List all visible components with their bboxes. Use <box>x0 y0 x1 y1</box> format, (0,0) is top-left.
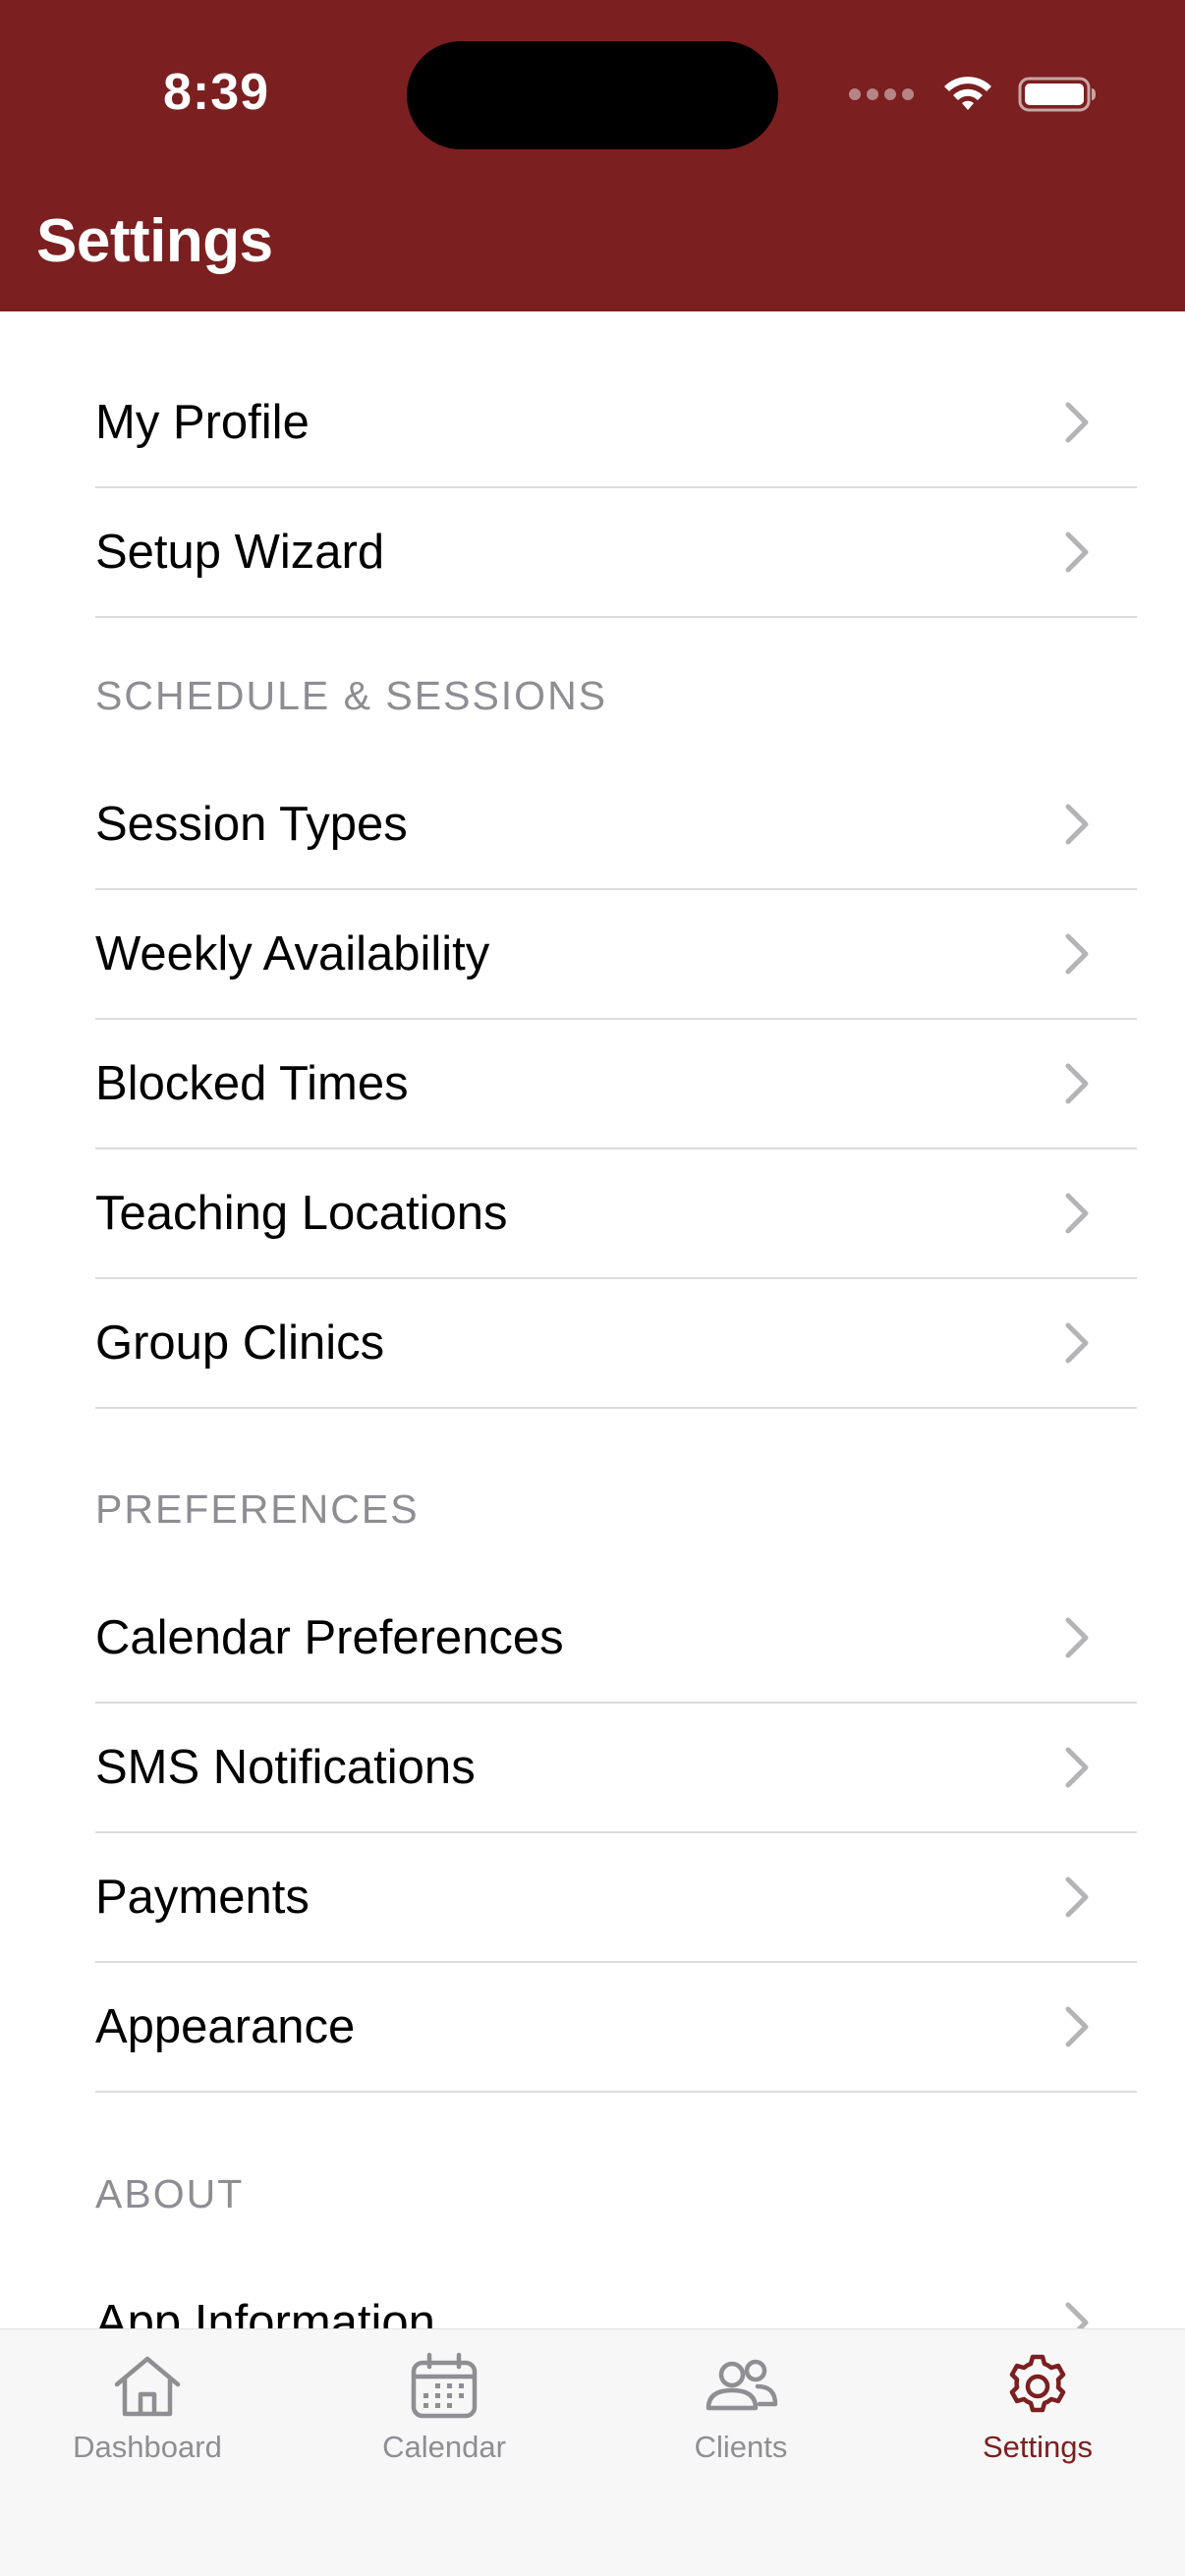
section-header-preferences: PREFERENCES <box>95 1486 420 1532</box>
row-label: Weekly Availability <box>95 927 490 980</box>
row-label: Setup Wizard <box>95 526 385 579</box>
cellular-signal-icon <box>849 88 914 100</box>
tab-dashboard[interactable]: Dashboard <box>0 2351 295 2465</box>
row-label: Payments <box>95 1871 310 1924</box>
row-label: Group Clinics <box>95 1316 385 1370</box>
row-my-profile[interactable]: My Profile <box>95 359 1137 488</box>
row-label: Appearance <box>95 2000 356 2053</box>
row-session-types[interactable]: Session Types <box>95 760 1137 890</box>
house-icon <box>114 2356 181 2417</box>
chevron-right-icon <box>1065 1876 1089 1918</box>
status-icons <box>849 69 1097 120</box>
tab-label: Calendar <box>382 2430 506 2464</box>
tab-label: Dashboard <box>73 2430 222 2464</box>
status-time: 8:39 <box>163 64 270 121</box>
chevron-right-icon <box>1065 933 1089 975</box>
row-app-information[interactable]: App Information <box>95 2259 1137 2328</box>
tab-label: Clients <box>694 2430 788 2464</box>
chevron-right-icon <box>1065 532 1089 573</box>
row-label: Calendar Preferences <box>95 1611 564 1664</box>
chevron-right-icon <box>1065 1063 1089 1104</box>
page-title: Settings <box>36 207 273 275</box>
section-header-about: ABOUT <box>95 2171 245 2216</box>
row-label: My Profile <box>95 396 310 449</box>
chevron-right-icon <box>1065 2302 1089 2328</box>
row-sms-notifications[interactable]: SMS Notifications <box>95 1704 1137 1833</box>
gear-icon <box>1009 2354 1066 2413</box>
chevron-right-icon <box>1065 1193 1089 1234</box>
battery-icon <box>1018 77 1096 112</box>
tab-label: Settings <box>982 2430 1093 2464</box>
chevron-right-icon <box>1065 402 1089 443</box>
row-payments[interactable]: Payments <box>95 1833 1137 1963</box>
row-label: Teaching Locations <box>95 1187 508 1240</box>
tab-calendar[interactable]: Calendar <box>297 2351 592 2465</box>
row-appearance[interactable]: Appearance <box>95 1963 1137 2093</box>
calendar-icon <box>411 2352 478 2419</box>
row-weekly-availability[interactable]: Weekly Availability <box>95 890 1137 1020</box>
header-bar: 8:39 Settings <box>0 0 1185 311</box>
tab-bar: Dashboard Calendar Clients Settings <box>0 2328 1185 2576</box>
section-header-schedule: SCHEDULE & SESSIONS <box>95 673 608 718</box>
chevron-right-icon <box>1065 2006 1089 2047</box>
tab-clients[interactable]: Clients <box>593 2351 888 2465</box>
chevron-right-icon <box>1065 1747 1089 1788</box>
people-icon <box>705 2359 778 2411</box>
settings-screen: 8:39 Settings My Profile Setup Wizard SC… <box>0 0 1185 2576</box>
row-label: Session Types <box>95 798 408 851</box>
row-teaching-locations[interactable]: Teaching Locations <box>95 1149 1137 1279</box>
row-group-clinics[interactable]: Group Clinics <box>95 1279 1137 1409</box>
settings-list[interactable]: My Profile Setup Wizard SCHEDULE & SESSI… <box>0 311 1185 2328</box>
row-blocked-times[interactable]: Blocked Times <box>95 1020 1137 1149</box>
chevron-right-icon <box>1065 804 1089 845</box>
chevron-right-icon <box>1065 1617 1089 1658</box>
row-calendar-preferences[interactable]: Calendar Preferences <box>95 1574 1137 1704</box>
dynamic-island <box>407 41 778 149</box>
row-label: App Information <box>95 2296 435 2328</box>
row-setup-wizard[interactable]: Setup Wizard <box>95 488 1137 618</box>
wifi-icon <box>944 77 991 110</box>
tab-settings[interactable]: Settings <box>890 2351 1185 2465</box>
row-label: Blocked Times <box>95 1057 409 1110</box>
chevron-right-icon <box>1065 1322 1089 1364</box>
row-label: SMS Notifications <box>95 1741 476 1794</box>
